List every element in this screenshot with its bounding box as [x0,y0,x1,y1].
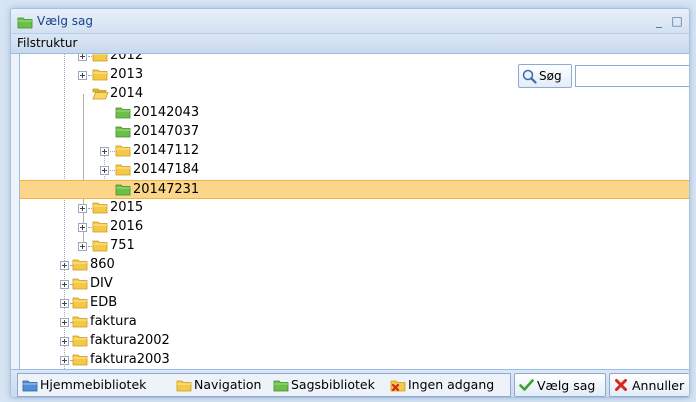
red-x-icon [614,378,628,395]
search-button[interactable]: Søg [518,64,572,88]
expand-toggle-icon[interactable] [60,318,69,327]
tree-row[interactable]: EDB [20,294,689,313]
yellow-folder-icon [72,315,88,332]
tree-row-label: DIV [90,276,113,291]
legend-label: Ingen adgang [408,377,495,392]
tree-row-label: 20147037 [133,124,200,139]
yellow-folder-icon [115,144,131,161]
yellow-folder-icon [92,68,108,85]
yellow-folder-icon [72,334,88,351]
expand-toggle-icon[interactable] [78,54,87,61]
panel-header: Filstruktur [11,34,689,54]
maximize-button[interactable]: □ [669,13,685,29]
tree-row[interactable]: 20147112 [20,142,689,161]
yellow-folder-icon [72,258,88,275]
green-folder-icon [17,15,33,33]
title-bar: Vælg sag _ □ [11,9,689,34]
checkmark-icon [519,378,534,395]
blue-folder-icon [22,379,38,395]
expand-toggle-icon[interactable] [78,204,87,213]
yellow-folder-icon [92,201,108,218]
tree-row-label: 2013 [110,67,144,82]
tree-row[interactable]: 20147184 [20,161,689,180]
tree-row[interactable]: faktura2003 [20,351,689,369]
tree-row-label: faktura2003 [90,352,170,367]
tree-row-label: faktura2002 [90,333,170,348]
tree-row-label: 2012 [110,54,144,63]
yellow-folder-icon [72,277,88,294]
legend-label: Sagsbibliotek [291,377,375,392]
tree-row-label: 20147112 [133,143,200,158]
expand-toggle-icon[interactable] [78,242,87,251]
expand-toggle-icon[interactable] [78,71,87,80]
tree-row-label: 860 [90,257,115,272]
tree-row[interactable]: 860 [20,256,689,275]
expand-toggle-icon[interactable] [60,337,69,346]
yellow-folder-icon [92,220,108,237]
cancel-button[interactable]: Annuller [609,373,689,397]
window-title: Vælg sag [37,14,93,28]
yellow-folder-icon [176,379,192,395]
tree-row-label: 751 [110,238,135,253]
expand-toggle-icon[interactable] [60,356,69,365]
select-case-label: Vælg sag [537,378,596,393]
tree-row[interactable]: faktura2002 [20,332,689,351]
legend-label: Hjemmebibliotek [40,377,147,392]
tree-row[interactable]: 751 [20,237,689,256]
tree-row[interactable]: 2015 [20,199,689,218]
cancel-label: Annuller [632,378,685,393]
tree-row-label: 2014 [110,86,144,101]
tree-row-label: 20142043 [133,105,200,120]
search-input[interactable] [575,65,689,87]
tree-row[interactable]: 20142043 [20,104,689,123]
yellow-folder-icon [92,239,108,256]
expand-toggle-icon[interactable] [60,280,69,289]
tree-row[interactable]: 2016 [20,218,689,237]
green-folder-icon [115,183,131,200]
yellow-folder-icon [72,296,88,313]
search-button-label: Søg [539,69,562,83]
expand-toggle-icon[interactable] [100,166,109,175]
tree-row[interactable]: 20147037 [20,123,689,142]
tree-row[interactable]: DIV [20,275,689,294]
tree-row-label: 20147184 [133,162,200,177]
green-folder-icon [273,379,289,395]
dialog-window: Vælg sag _ □ Filstruktur 2012 2013 2014 201… [10,8,690,398]
folder-tree[interactable]: 2012 2013 2014 20142043 20147037 20147112 2014… [19,54,689,369]
folder-legend: Hjemmebibliotek Navigation Sagsbibliotek… [17,373,511,397]
green-folder-icon [115,125,131,142]
expand-toggle-icon[interactable] [60,299,69,308]
yellow-folder-icon [92,54,108,66]
tree-row-label: EDB [90,295,118,310]
no-access-folder-icon [390,379,406,395]
yellow-folder-icon [115,163,131,180]
open-yellow-folder-icon [92,87,109,104]
select-case-button[interactable]: Vælg sag [514,373,606,397]
green-folder-icon [115,106,131,123]
yellow-folder-icon [72,353,88,369]
tree-row[interactable]: 20147231 [20,180,689,200]
legend-label: Navigation [194,377,262,392]
tree-row-label: 20147231 [133,182,200,197]
tree-row[interactable]: faktura [20,313,689,332]
tree-row-label: 2015 [110,200,144,215]
tree-row-label: 2016 [110,219,144,234]
expand-toggle-icon[interactable] [78,223,87,232]
minimize-button[interactable]: _ [651,13,667,29]
search-bar: Søg [518,64,689,88]
tree-row-label: faktura [90,314,137,329]
footer-bar: Hjemmebibliotek Navigation Sagsbibliotek… [11,369,689,397]
expand-toggle-icon[interactable] [60,261,69,270]
expand-toggle-icon[interactable] [100,147,109,156]
magnifier-icon [522,69,537,87]
